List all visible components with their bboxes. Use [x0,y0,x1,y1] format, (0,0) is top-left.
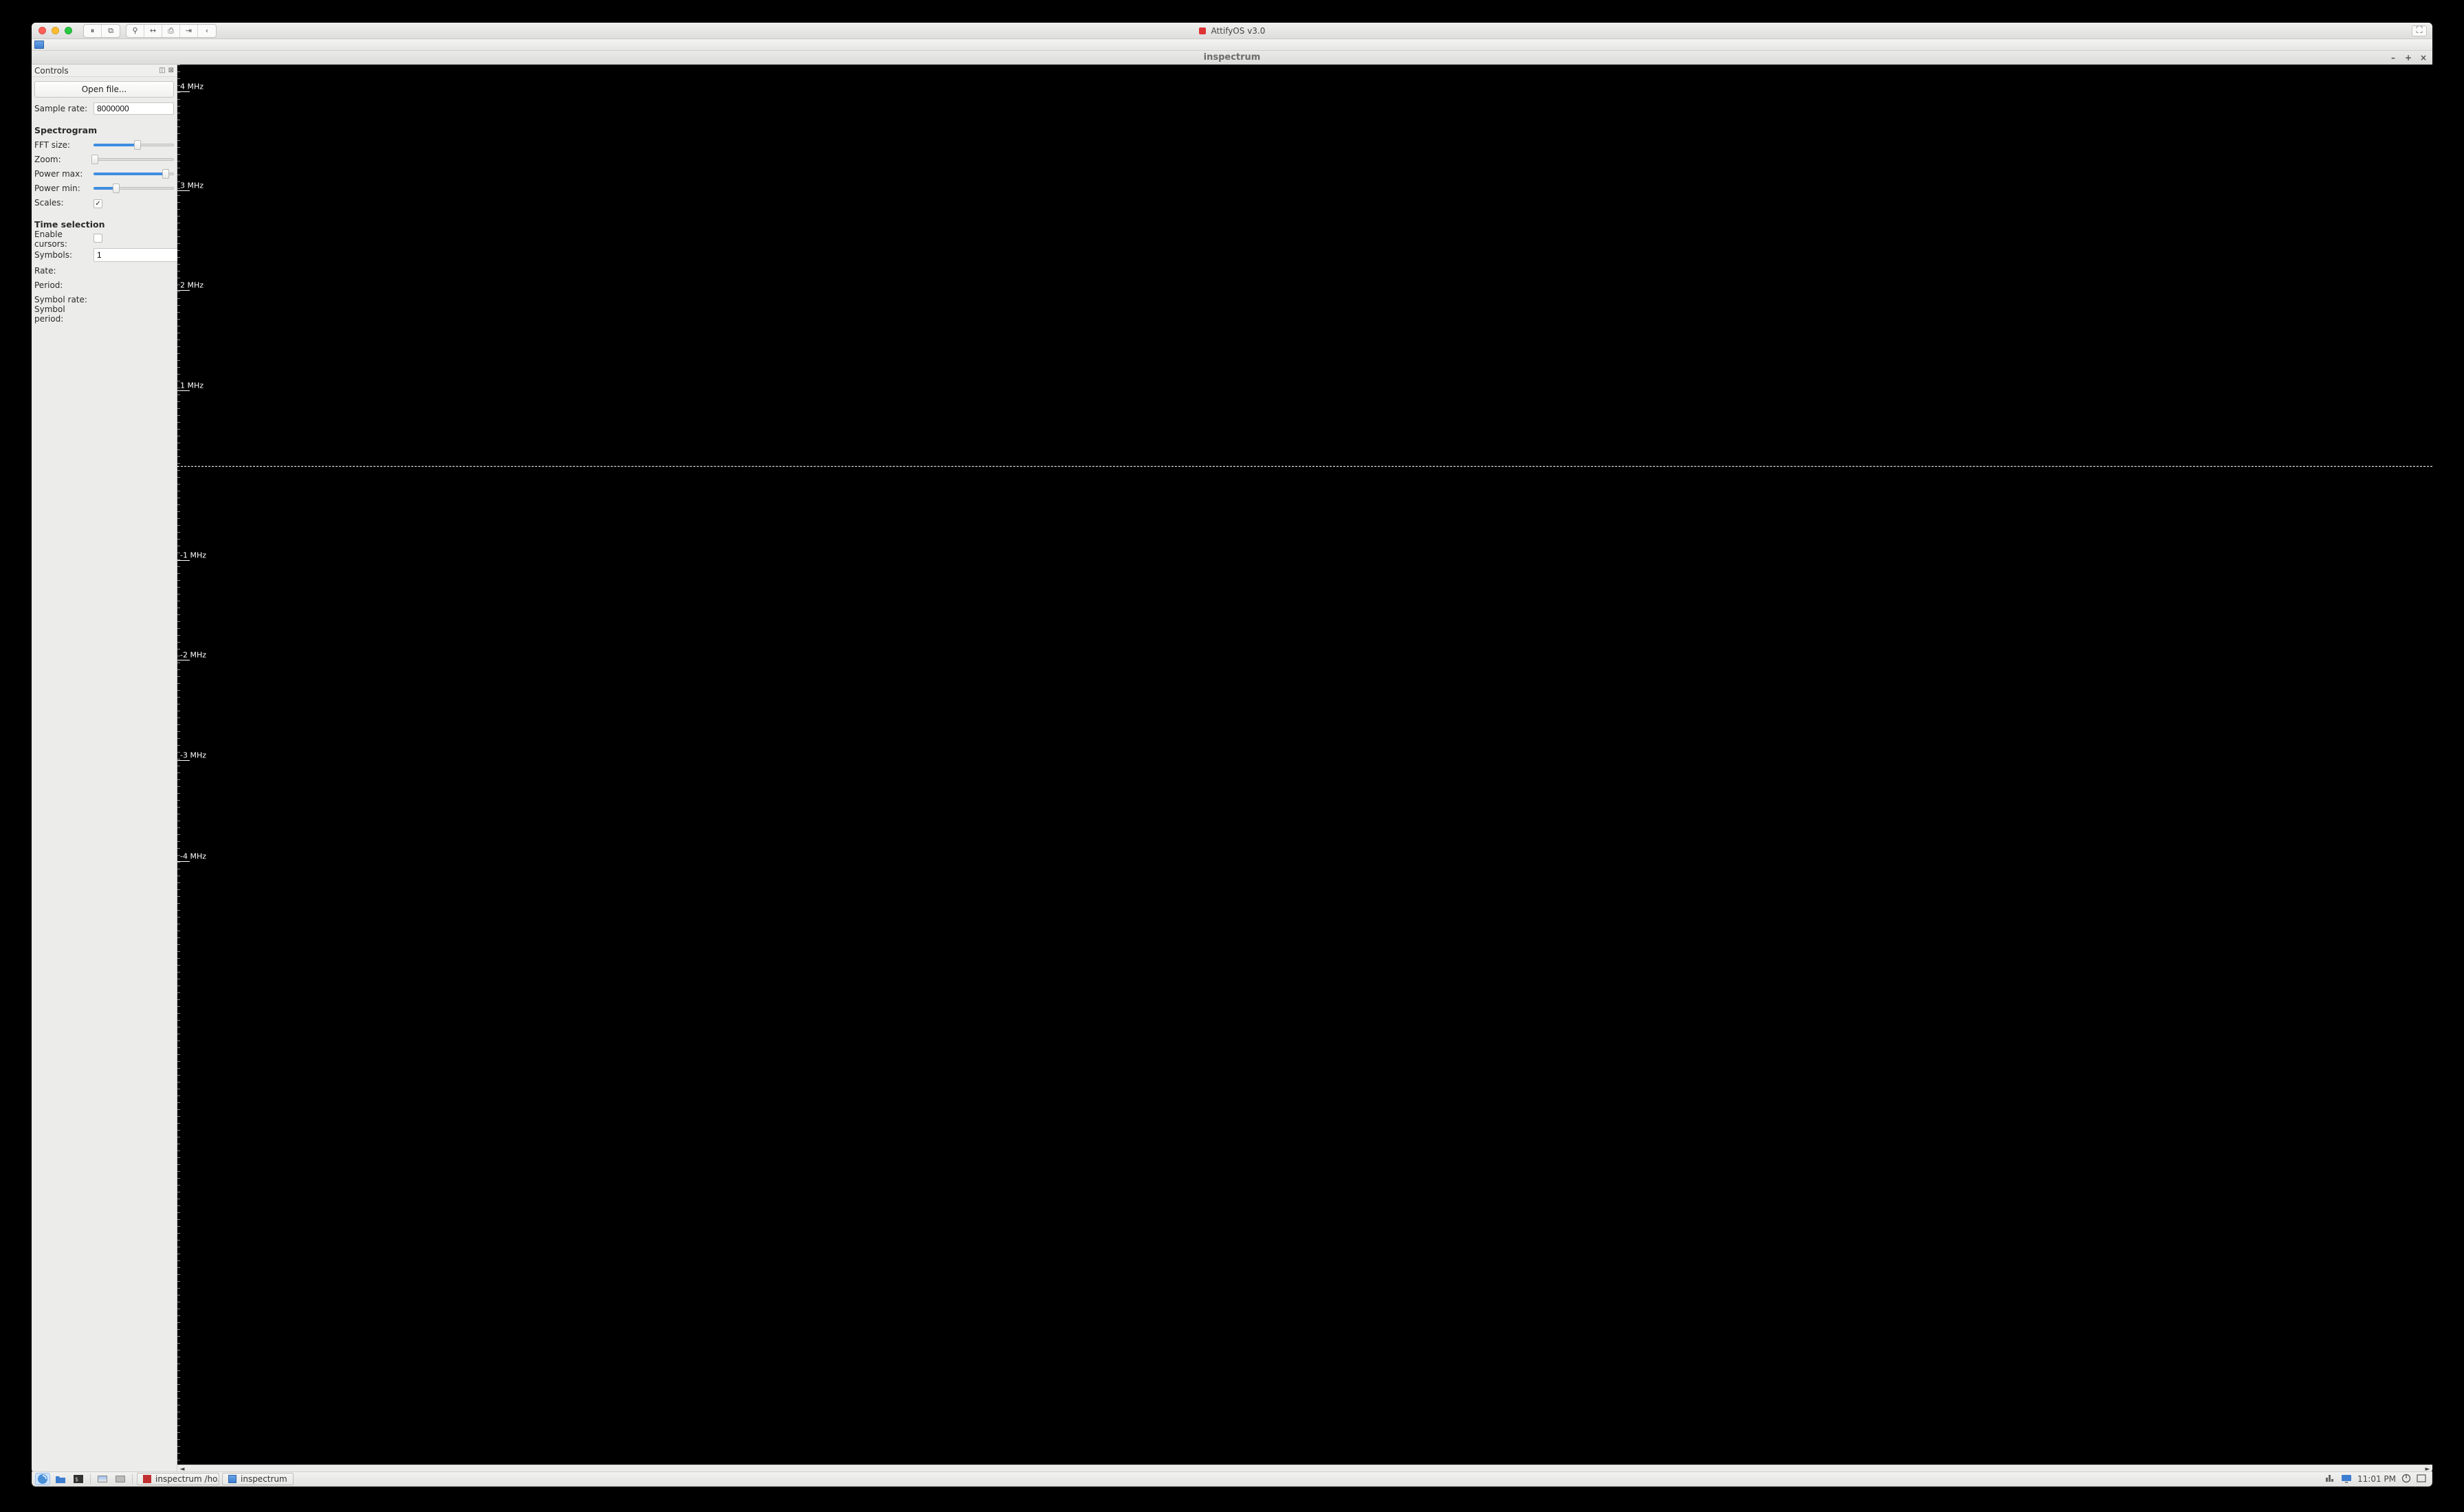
show-desktop-button[interactable] [95,1473,110,1485]
app-titlebar[interactable]: inspectrum – + × [32,51,2432,65]
app-icon [34,41,44,49]
toolbar-button[interactable]: ⎙ [162,25,180,37]
y-axis: 4 MHz 3 MHz 2 MHz 1 MHz -1 MHz -2 MHz -3 MHz -4… [177,65,212,1465]
y-axis-label: -1 MHz [180,549,206,559]
scales-checkbox[interactable]: ✓ [94,199,102,208]
toolbar-button[interactable]: ⏸ [84,25,102,37]
scales-label: Scales: [34,198,94,208]
fft-size-label: FFT size: [34,140,94,150]
panel-title: Controls [34,66,69,76]
toolbar-button[interactable]: ⧉ [102,25,120,37]
notification-icon[interactable] [2417,1474,2426,1485]
zoom-icon[interactable] [65,27,72,34]
power-min-label: Power min: [34,184,94,193]
task-icon [228,1475,236,1483]
network-icon[interactable] [2324,1474,2335,1485]
host-toolbar-group-1: ⏸ ⧉ [83,24,120,38]
detach-icon[interactable]: ◫ [159,67,165,74]
task-icon [143,1475,151,1483]
taskbar-task[interactable]: inspectrum [222,1473,294,1485]
workspace-switcher[interactable] [113,1473,128,1485]
y-axis-label: -3 MHz [180,750,206,760]
desktop-icon [98,1476,107,1482]
symbols-label: Symbols: [34,250,94,260]
y-axis-label: -2 MHz [180,649,206,659]
close-panel-icon[interactable]: ⊠ [168,67,174,74]
start-menu-icon [37,1474,48,1485]
taskbar-clock[interactable]: 11:01 PM [2357,1474,2396,1484]
app-menubar[interactable] [32,39,2432,51]
sample-rate-label: Sample rate: [34,104,94,113]
enable-cursors-label: Enable cursors: [34,230,94,249]
close-icon[interactable] [38,27,46,34]
period-label: Period: [34,280,94,290]
power-max-label: Power max: [34,169,94,179]
power-min-slider[interactable] [94,184,174,193]
symbol-period-label: Symbol period: [34,304,94,324]
terminal-icon: $ [73,1474,84,1484]
toolbar-button[interactable]: ⇥ [180,25,198,37]
toolbar-button[interactable]: ↔ [144,25,162,37]
close-button[interactable]: × [2419,53,2428,63]
panel-header[interactable]: Controls ◫ ⊠ [32,65,177,77]
zoom-slider[interactable] [94,155,174,164]
spectrogram-heading: Spectrogram [34,125,174,135]
y-axis-label: -4 MHz [180,850,206,860]
host-window: ⏸ ⧉ ⚲ ↔ ⎙ ⇥ ‹ AttifyOS v3.0 ⛶ [32,23,2432,1473]
app-favicon-icon [1199,27,1206,34]
task-label: inspectrum [241,1474,287,1484]
host-title: AttifyOS v3.0 [32,26,2432,36]
taskbar-task[interactable]: inspectrum /ho... [137,1473,219,1485]
task-label: inspectrum /ho... [155,1474,219,1484]
start-menu-button[interactable] [35,1473,50,1485]
open-file-button[interactable]: Open file... [34,81,174,98]
y-axis-label: 1 MHz [180,380,204,390]
workspace-icon [116,1476,125,1482]
app-title: inspectrum [1204,52,1261,63]
y-axis-label: 3 MHz [180,180,204,190]
maximize-button[interactable]: + [2404,53,2413,63]
y-axis-label: 4 MHz [180,80,204,91]
sample-rate-input[interactable] [94,102,174,115]
taskbar[interactable]: $ inspectrum /ho... inspectrum 11:01 PM [32,1471,2432,1487]
toolbar-button[interactable]: ‹ [198,25,216,37]
time-selection-heading: Time selection [34,219,174,230]
y-axis-label: 2 MHz [180,279,204,289]
app-window: inspectrum – + × Controls ◫ ⊠ [32,39,2432,1473]
zoom-label: Zoom: [34,155,94,164]
svg-text:$: $ [75,1476,78,1482]
rate-label: Rate: [34,266,94,276]
host-toolbar-group-2: ⚲ ↔ ⎙ ⇥ ‹ [126,24,217,38]
spectrogram-view[interactable]: 4 MHz 3 MHz 2 MHz 1 MHz -1 MHz -2 MHz -3 MHz -4… [177,65,2432,1473]
power-max-slider[interactable] [94,169,174,179]
toolbar-button[interactable]: ⚲ [126,25,144,37]
enable-cursors-checkbox[interactable] [94,234,102,243]
fft-size-slider[interactable] [94,140,174,150]
symbol-rate-label: Symbol rate: [34,295,94,304]
host-titlebar[interactable]: ⏸ ⧉ ⚲ ↔ ⎙ ⇥ ‹ AttifyOS v3.0 ⛶ [32,23,2432,39]
file-manager-launcher[interactable] [53,1473,68,1485]
folder-icon [55,1474,66,1484]
display-icon[interactable] [2341,1474,2352,1485]
minimize-icon[interactable] [52,27,59,34]
host-expand-button[interactable]: ⛶ [2412,25,2427,36]
terminal-launcher[interactable]: $ [71,1473,86,1485]
controls-panel: Controls ◫ ⊠ Open file... Sample r [32,65,177,1473]
power-icon[interactable] [2401,1474,2411,1485]
center-frequency-line [177,466,2432,467]
minimize-button[interactable]: – [2388,53,2398,63]
expand-icon: ⛶ [2416,25,2422,36]
